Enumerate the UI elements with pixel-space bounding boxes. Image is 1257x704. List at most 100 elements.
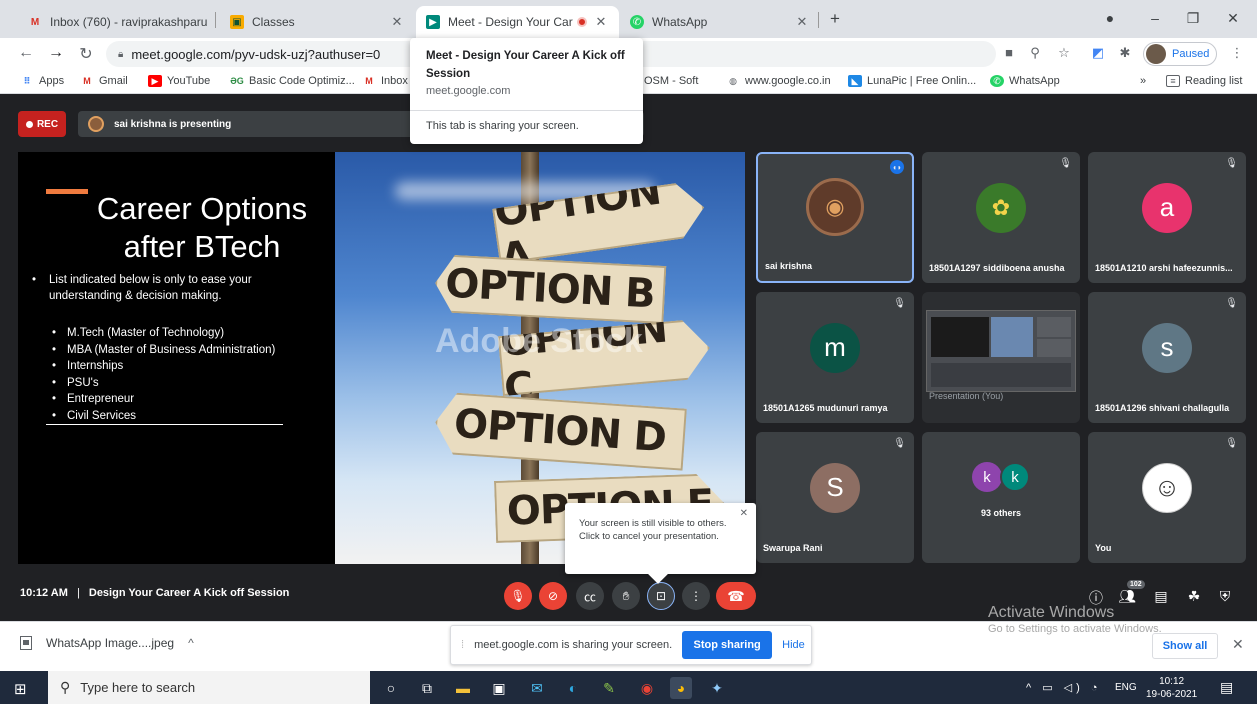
task-view-icon[interactable]: ⧉ bbox=[416, 677, 438, 699]
chevron-up-icon[interactable]: ^ bbox=[188, 636, 194, 650]
tab-gmail[interactable]: M Inbox (760) - raviprakashparu bbox=[18, 6, 223, 38]
tab-whatsapp[interactable]: ✆ WhatsApp ✕ bbox=[620, 6, 820, 38]
others-count: 93 others bbox=[980, 508, 1022, 518]
mic-off-icon: 🎙︎ bbox=[1225, 438, 1238, 449]
host-controls-button[interactable]: ⛨ bbox=[1216, 588, 1234, 605]
participant-tile[interactable]: 🎙︎ ✿ 18501A1297 siddiboena anusha bbox=[922, 152, 1080, 283]
minimize-button[interactable]: – bbox=[1145, 10, 1165, 26]
new-tab-button[interactable]: + bbox=[830, 9, 840, 29]
browser-tab-strip: M Inbox (760) - raviprakashparu ▣ Classe… bbox=[0, 0, 1257, 38]
participant-tile[interactable]: ◖◗ ◉ sai krishna bbox=[756, 152, 914, 283]
profile-paused-button[interactable]: Paused bbox=[1143, 42, 1217, 66]
menu-kebab-icon[interactable]: ⋮ bbox=[1228, 45, 1246, 61]
participant-tile[interactable]: 🎙︎ s 18501A1296 shivani challagulla bbox=[1088, 292, 1246, 423]
app-icon[interactable]: ◉ bbox=[636, 677, 658, 699]
drag-handle-icon[interactable]: ⁞ bbox=[461, 639, 464, 651]
hide-button[interactable]: Hide bbox=[782, 639, 805, 651]
bookmarks-more-button[interactable]: » bbox=[1140, 75, 1146, 87]
bookmark-gmail[interactable]: M Gmail bbox=[80, 75, 127, 87]
close-download-bar-icon[interactable]: ✕ bbox=[1232, 636, 1244, 653]
close-tab-icon[interactable]: ✕ bbox=[389, 14, 405, 30]
bookmark-lunapic[interactable]: ◣ LunaPic | Free Onlin... bbox=[848, 75, 976, 87]
present-button[interactable]: ⊡ bbox=[647, 582, 675, 610]
close-icon[interactable]: ✕ bbox=[740, 507, 748, 520]
slide-title-line2: after BTech bbox=[123, 229, 281, 264]
stop-sharing-button[interactable]: Stop sharing bbox=[682, 631, 773, 659]
slide-underline bbox=[46, 424, 283, 425]
bookmark-osm[interactable]: OSM - Soft bbox=[644, 75, 698, 87]
mail-icon[interactable]: ✉ bbox=[526, 677, 548, 699]
lunapic-icon: ◣ bbox=[848, 75, 862, 87]
sharing-message: meet.google.com is sharing your screen. bbox=[474, 639, 673, 651]
show-all-button[interactable]: Show all bbox=[1152, 633, 1218, 659]
bookmark-youtube[interactable]: ▶ YouTube bbox=[148, 75, 210, 87]
edge-icon[interactable]: ◐ bbox=[562, 677, 584, 699]
language-indicator[interactable]: ENG bbox=[1115, 682, 1137, 693]
meeting-details: 10:12 AM | Design Your Career A Kick off… bbox=[20, 587, 289, 599]
gmail-icon: M bbox=[30, 16, 40, 28]
slide-bullet: • Entrepreneur bbox=[52, 393, 135, 405]
zoom-icon[interactable]: ⚲ bbox=[1026, 45, 1044, 61]
close-window-button[interactable]: ✕ bbox=[1223, 10, 1243, 27]
extension-icon[interactable]: ◩ bbox=[1089, 45, 1107, 61]
forward-button[interactable]: → bbox=[46, 44, 66, 62]
participant-tile[interactable]: 🎙︎ a 18501A1210 arshi hafeezunnis... bbox=[1088, 152, 1246, 283]
camera-in-use-icon[interactable]: ■ bbox=[1000, 45, 1018, 60]
paint-icon[interactable]: ✎ bbox=[598, 677, 620, 699]
notification-icon[interactable]: ▤ bbox=[1220, 679, 1233, 696]
windows-start-icon[interactable]: ⊞ bbox=[14, 680, 27, 698]
more-options-button[interactable]: ⋮ bbox=[682, 582, 710, 610]
participant-name: sai krishna bbox=[765, 261, 813, 271]
chrome-icon[interactable]: ◕ bbox=[670, 677, 692, 699]
activities-button[interactable]: ☘︎ bbox=[1185, 588, 1203, 605]
tab-meet[interactable]: ▶ Meet - Design Your Care ✕ bbox=[416, 6, 619, 38]
bookmark-basic-code[interactable]: ƏG Basic Code Optimiz... bbox=[230, 75, 355, 87]
bookmark-google[interactable]: ◍ www.google.co.in bbox=[726, 75, 831, 87]
whatsapp-icon: ✆ bbox=[630, 15, 644, 29]
close-tab-icon[interactable]: ✕ bbox=[593, 14, 609, 30]
participant-tile[interactable]: 🎙︎ ☺ You bbox=[1088, 432, 1246, 563]
screen-visible-tooltip[interactable]: ✕ Your screen is still visible to others… bbox=[565, 503, 756, 584]
camera-toggle-button[interactable]: ⊘ bbox=[539, 582, 567, 610]
file-explorer-icon[interactable]: ▬ bbox=[452, 677, 474, 699]
people-count-badge: 102 bbox=[1127, 580, 1145, 589]
mic-off-icon: 🎙︎ bbox=[1225, 158, 1238, 169]
participant-tile[interactable]: 🎙︎ S Swarupa Rani bbox=[756, 432, 914, 563]
participant-name: Swarupa Rani bbox=[763, 543, 823, 553]
participant-avatar: k bbox=[972, 462, 1002, 492]
participant-avatar: ✿ bbox=[976, 182, 1026, 233]
clock-time: 10:12 bbox=[1159, 676, 1185, 687]
tab-search-icon[interactable]: ● bbox=[1100, 10, 1120, 26]
cortana-icon[interactable]: ○ bbox=[380, 677, 402, 699]
reading-list-button[interactable]: ≡ Reading list bbox=[1166, 75, 1242, 87]
download-filename: WhatsApp Image....jpeg bbox=[46, 636, 175, 650]
mic-off-icon: 🎙︎ bbox=[1225, 298, 1238, 309]
taskbar-search[interactable]: ⚲ Type here to search bbox=[48, 671, 370, 704]
system-tray-icons[interactable]: ^ ▭ ◁) ◔ bbox=[1026, 681, 1102, 694]
tab-classes[interactable]: ▣ Classes ✕ bbox=[220, 6, 415, 38]
mic-toggle-button[interactable]: 🎙︎ bbox=[504, 582, 532, 610]
close-tab-icon[interactable]: ✕ bbox=[794, 14, 810, 30]
app-window-icon[interactable]: ▣ bbox=[488, 677, 510, 699]
presentation-self-tile[interactable]: Presentation (You) bbox=[922, 292, 1080, 423]
hover-card-domain: meet.google.com bbox=[426, 85, 511, 97]
participant-tile[interactable]: 🎙︎ m 18501A1265 mudunuri ramya bbox=[756, 292, 914, 423]
bookmark-whatsapp[interactable]: ✆ WhatsApp bbox=[990, 75, 1060, 87]
raise-hand-button[interactable]: ✋︎ bbox=[612, 582, 640, 610]
reload-button[interactable]: ↻ bbox=[76, 44, 96, 64]
download-item[interactable]: WhatsApp Image....jpeg ^ bbox=[20, 636, 194, 650]
bookmark-apps[interactable]: ⠿ Apps bbox=[20, 75, 64, 87]
clock[interactable]: 10:12 19-06-2021 bbox=[1146, 675, 1197, 701]
bookmark-star-icon[interactable]: ☆ bbox=[1055, 45, 1073, 61]
tab-title: Meet - Design Your Care bbox=[448, 15, 573, 29]
restore-button[interactable]: ❐ bbox=[1183, 10, 1203, 27]
media-app-icon[interactable]: ✦ bbox=[706, 677, 728, 699]
captions-button[interactable]: ㏄ bbox=[576, 582, 604, 610]
gfg-icon: ƏG bbox=[230, 76, 244, 86]
bookmark-inbox[interactable]: M Inbox bbox=[362, 75, 408, 87]
extensions-puzzle-icon[interactable]: ✱ bbox=[1116, 45, 1134, 61]
leave-call-button[interactable]: ☎︎ bbox=[716, 582, 756, 610]
others-tile[interactable]: k k 93 others bbox=[922, 432, 1080, 563]
tab-title: Inbox (760) - raviprakashparu bbox=[50, 15, 208, 29]
back-button[interactable]: ← bbox=[16, 44, 36, 62]
